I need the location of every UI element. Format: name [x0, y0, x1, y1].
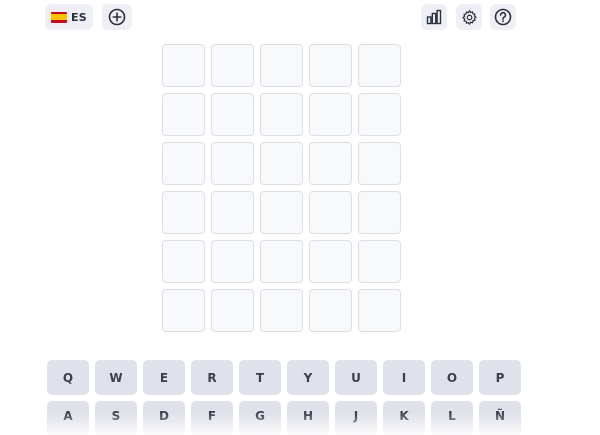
key-ñ[interactable]: Ñ — [479, 401, 521, 435]
key-e[interactable]: E — [143, 360, 185, 395]
board-tile — [358, 44, 401, 87]
language-code: ES — [70, 10, 88, 24]
plus-circle-icon — [108, 8, 126, 26]
board-tile — [211, 44, 254, 87]
board-tile — [211, 191, 254, 234]
key-j[interactable]: J — [335, 401, 377, 435]
board-tile — [260, 289, 303, 332]
bar-chart-icon — [426, 9, 442, 25]
key-k[interactable]: K — [383, 401, 425, 435]
board-tile — [309, 240, 352, 283]
board-tile — [162, 240, 205, 283]
stats-button[interactable] — [421, 4, 447, 30]
board-tile — [358, 191, 401, 234]
add-button[interactable] — [102, 4, 132, 30]
board-tile — [358, 240, 401, 283]
board-tile — [211, 142, 254, 185]
key-q[interactable]: Q — [47, 360, 89, 395]
help-button[interactable] — [490, 4, 516, 30]
board-tile — [211, 93, 254, 136]
board-tile — [162, 44, 205, 87]
board-tile — [260, 142, 303, 185]
board-tile — [260, 44, 303, 87]
board-tile — [260, 93, 303, 136]
board-tile — [358, 289, 401, 332]
on-screen-keyboard: QWERTYUIOP ASDFGHJKLÑ — [47, 360, 521, 435]
key-h[interactable]: H — [287, 401, 329, 435]
game-screen: ES QWERTYUIOP ASDFGHJKLÑ — [0, 0, 600, 435]
board-tile — [260, 191, 303, 234]
board-tile — [309, 93, 352, 136]
board-tile — [162, 289, 205, 332]
board-tile — [162, 142, 205, 185]
key-p[interactable]: P — [479, 360, 521, 395]
board-tile — [260, 240, 303, 283]
key-l[interactable]: L — [431, 401, 473, 435]
keyboard-row: QWERTYUIOP — [47, 360, 521, 395]
key-t[interactable]: T — [239, 360, 281, 395]
key-d[interactable]: D — [143, 401, 185, 435]
key-s[interactable]: S — [95, 401, 137, 435]
key-r[interactable]: R — [191, 360, 233, 395]
board-tile — [358, 142, 401, 185]
board-tile — [211, 240, 254, 283]
key-a[interactable]: A — [47, 401, 89, 435]
key-g[interactable]: G — [239, 401, 281, 435]
key-f[interactable]: F — [191, 401, 233, 435]
spain-flag-icon — [50, 11, 67, 23]
board-tile — [309, 191, 352, 234]
keyboard-row: ASDFGHJKLÑ — [47, 401, 521, 435]
key-u[interactable]: U — [335, 360, 377, 395]
settings-button[interactable] — [456, 4, 482, 30]
key-y[interactable]: Y — [287, 360, 329, 395]
key-w[interactable]: W — [95, 360, 137, 395]
game-board — [162, 44, 401, 332]
board-tile — [309, 289, 352, 332]
gear-icon — [461, 9, 477, 25]
key-i[interactable]: I — [383, 360, 425, 395]
board-tile — [211, 289, 254, 332]
board-tile — [358, 93, 401, 136]
key-o[interactable]: O — [431, 360, 473, 395]
board-tile — [162, 191, 205, 234]
language-button[interactable]: ES — [45, 4, 93, 30]
help-circle-icon — [494, 8, 512, 26]
board-tile — [309, 44, 352, 87]
board-tile — [162, 93, 205, 136]
board-tile — [309, 142, 352, 185]
